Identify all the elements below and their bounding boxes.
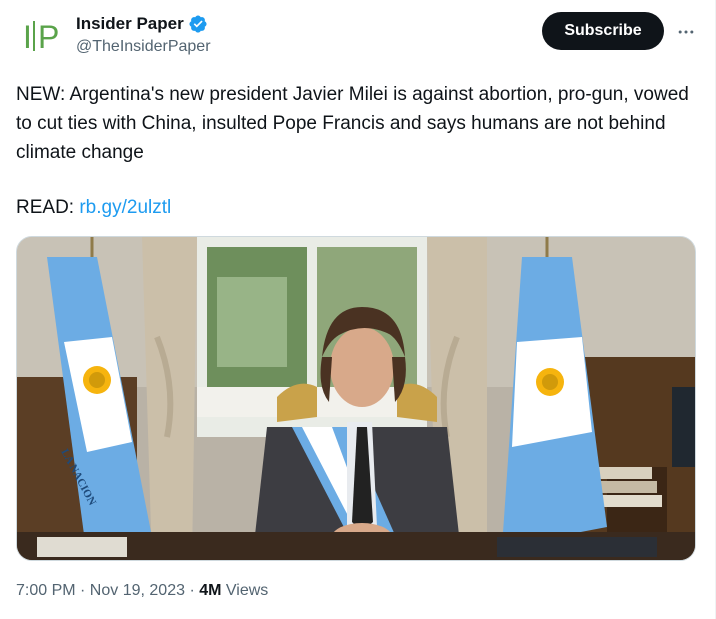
tweet-header: I P Insider Paper @TheInsiderPaper Subsc… — [16, 12, 700, 60]
tweet-meta: 7:00 PM · Nov 19, 2023 · 4M Views — [16, 582, 268, 600]
verified-badge-icon[interactable] — [188, 14, 208, 34]
author-names: Insider Paper @TheInsiderPaper — [76, 14, 211, 56]
subscribe-button[interactable]: Subscribe — [542, 12, 664, 50]
president-photo — [17, 237, 695, 560]
tweet-body: NEW: Argentina's new president Javier Mi… — [16, 84, 689, 163]
display-name-row: Insider Paper — [76, 14, 211, 34]
meta-separator: · — [189, 582, 195, 599]
views-count: 4M — [199, 582, 222, 599]
insider-paper-logo: I P — [23, 19, 59, 55]
timestamp[interactable]: 7:00 PM · Nov 19, 2023 — [16, 582, 185, 599]
read-line: READ: rb.gy/2ulztl — [16, 195, 171, 221]
read-label: READ: — [16, 197, 75, 218]
svg-text:P: P — [38, 19, 59, 55]
tweet-media[interactable]: LA NACION — [16, 236, 696, 561]
svg-text:I: I — [23, 19, 32, 55]
views-label: Views — [225, 582, 269, 599]
tweet-text: NEW: Argentina's new president Javier Mi… — [16, 80, 700, 167]
tweet-link[interactable]: rb.gy/2ulztl — [79, 197, 171, 218]
display-name[interactable]: Insider Paper — [76, 14, 184, 34]
more-horizontal-icon[interactable] — [672, 18, 700, 46]
avatar[interactable]: I P — [16, 12, 64, 60]
author-handle[interactable]: @TheInsiderPaper — [76, 38, 211, 56]
